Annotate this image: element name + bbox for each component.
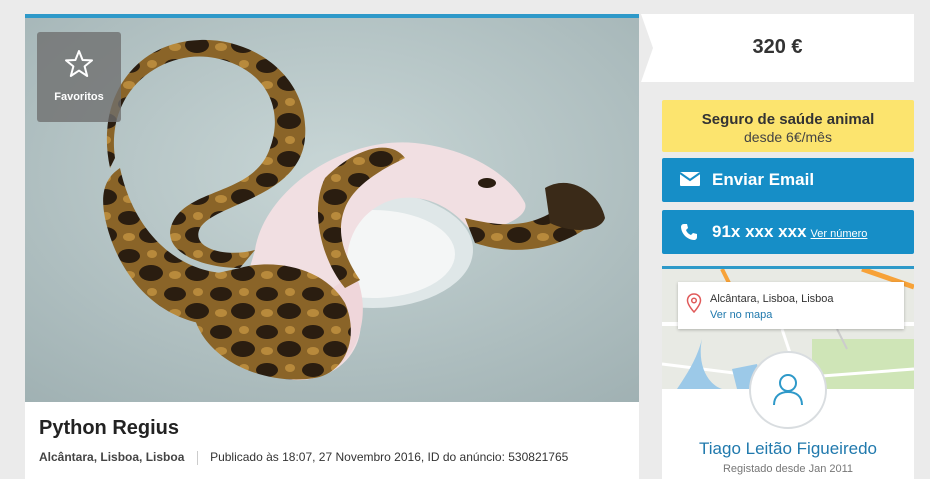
meta-divider	[196, 450, 198, 465]
seller-registered-since: Registado desde Jan 2011	[722, 463, 854, 475]
listing-card: Favoritos Python Regius Alcântara, Lisbo…	[25, 14, 639, 479]
view-map-link[interactable]: Ver no mapa	[710, 309, 772, 321]
reveal-number-link[interactable]: Ver número	[811, 228, 868, 240]
map-pin-icon	[686, 293, 702, 313]
star-icon	[65, 50, 93, 77]
price-value: 320 €	[752, 36, 803, 58]
phone-button[interactable]: 91x xxx xxx Ver número	[662, 210, 914, 254]
map-address-card: Alcântara, Lisboa, Lisboa Ver no mapa	[678, 282, 904, 329]
insurance-title: Seguro de saúde animal	[701, 111, 875, 128]
envelope-icon	[680, 172, 700, 186]
seller-address: Alcântara, Lisboa, Lisboa	[710, 293, 834, 305]
page: Favoritos Python Regius Alcântara, Lisbo…	[0, 0, 930, 479]
phone-icon	[681, 224, 697, 240]
price-box: 320 €	[641, 14, 914, 82]
phone-number-text: 91x xxx xxx Ver número	[712, 222, 867, 242]
seller-name[interactable]: Tiago Leitão Figueiredo	[662, 439, 914, 459]
listing-published: Publicado às 18:07, 27 Novembro 2016, ID…	[210, 450, 569, 464]
listing-title: Python Regius	[39, 417, 180, 439]
insurance-banner[interactable]: Seguro de saúde animal desde 6€/mês	[662, 100, 914, 152]
insurance-subtitle: desde 6€/mês	[744, 129, 832, 145]
send-email-label: Enviar Email	[712, 170, 815, 189]
favorites-button[interactable]: Favoritos	[37, 32, 121, 122]
favorites-label: Favoritos	[54, 91, 104, 103]
user-icon	[773, 374, 803, 406]
listing-location: Alcântara, Lisboa, Lisboa	[39, 450, 185, 464]
seller-card: Alcântara, Lisboa, Lisboa Ver no mapa Ti…	[662, 266, 914, 479]
phone-masked: 91x xxx xxx	[712, 222, 807, 241]
listing-photo[interactable]: Favoritos	[25, 18, 639, 402]
listing-meta: Alcântara, Lisboa, Lisboa Publicado às 1…	[39, 450, 568, 465]
price-notch	[641, 14, 653, 82]
seller-avatar[interactable]	[749, 351, 827, 429]
send-email-button[interactable]: Enviar Email	[662, 158, 914, 202]
